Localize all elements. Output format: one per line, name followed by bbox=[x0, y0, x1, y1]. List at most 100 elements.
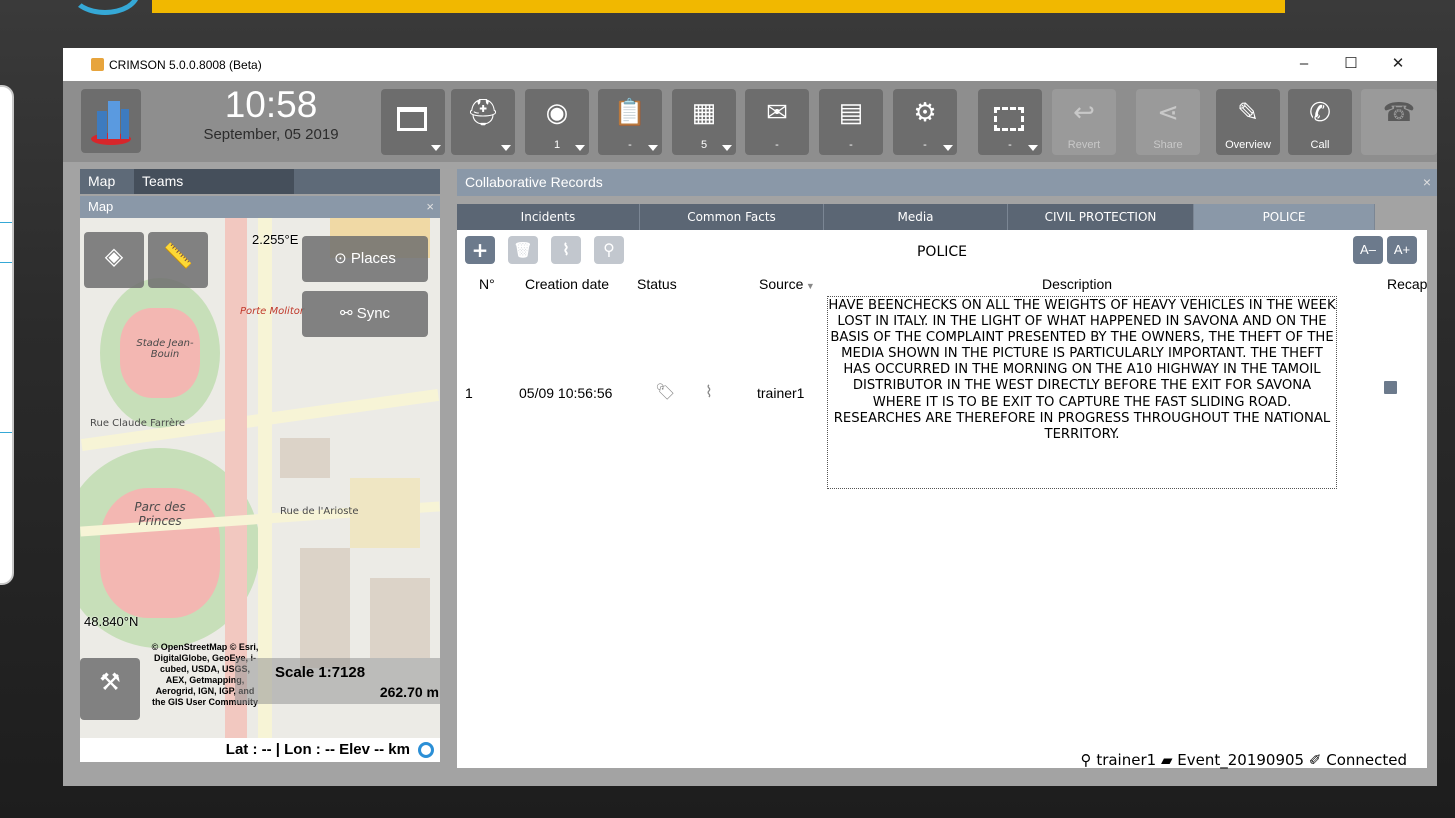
col-recap[interactable]: Recap bbox=[1387, 276, 1427, 292]
selection-button[interactable]: - bbox=[978, 89, 1042, 155]
location-pin-icon: ⚲ bbox=[603, 240, 615, 259]
title-bar: CRIMSON 5.0.0.8008 (Beta) – ☐ ✕ bbox=[63, 48, 1437, 81]
font-decrease-button[interactable]: A– bbox=[1353, 236, 1383, 264]
event-icon: ▰ bbox=[1160, 751, 1178, 769]
yellow-banner bbox=[152, 0, 1285, 13]
measure-button[interactable]: 📏 bbox=[148, 232, 208, 288]
maximize-button[interactable]: ☐ bbox=[1336, 53, 1366, 75]
col-source[interactable]: Source ▼ bbox=[759, 276, 815, 292]
revert-button[interactable]: ↩ Revert bbox=[1052, 89, 1116, 155]
close-icon[interactable]: × bbox=[426, 196, 434, 218]
units-button[interactable]: ⛑ bbox=[451, 89, 515, 155]
col-description[interactable]: Description bbox=[1042, 276, 1112, 292]
status-user: trainer1 bbox=[1096, 751, 1157, 769]
recap-checkbox[interactable] bbox=[1384, 381, 1397, 394]
id-card-button[interactable]: ▤ - bbox=[819, 89, 883, 155]
call-button[interactable]: ✆ Call bbox=[1288, 89, 1352, 155]
share-button[interactable]: ⋖ Share bbox=[1136, 89, 1200, 155]
add-record-button[interactable]: + bbox=[465, 236, 495, 264]
tab-incidents[interactable]: Incidents bbox=[457, 204, 640, 230]
map-label: Rue Claude Farrère bbox=[90, 418, 186, 429]
crimson-logo-icon[interactable] bbox=[81, 89, 141, 153]
sort-icon: ▼ bbox=[803, 281, 815, 291]
mail-button[interactable]: ✉ - bbox=[745, 89, 809, 155]
tab-map[interactable]: Map bbox=[80, 169, 124, 194]
tab-teams[interactable]: Teams bbox=[134, 169, 294, 194]
chevron-down-icon bbox=[575, 145, 585, 151]
locate-button[interactable]: ⚲ bbox=[594, 236, 624, 264]
clock-time: 10:58 bbox=[224, 84, 318, 125]
hangup-icon: ☎ bbox=[1382, 97, 1416, 127]
phone-icon: ✆ bbox=[1309, 97, 1331, 127]
id-card-icon: ▤ bbox=[838, 97, 864, 127]
close-button[interactable]: ✕ bbox=[1383, 53, 1413, 75]
tag-icon[interactable]: 🏷 bbox=[655, 382, 675, 402]
records-actions: POLICE + 🗑 ⌇ ⚲ A– A+ bbox=[457, 230, 1427, 276]
grid-button[interactable]: ▦ 5 bbox=[672, 89, 736, 155]
row-source: trainer1 bbox=[757, 385, 805, 401]
tools-icon: ⚒ bbox=[99, 668, 121, 696]
attach-button[interactable]: ⌇ bbox=[551, 236, 581, 264]
clock: 10:58 September, 05 2019 bbox=[171, 84, 371, 143]
tab-media[interactable]: Media bbox=[824, 204, 1008, 230]
clipboard-icon: 📋 bbox=[613, 97, 647, 127]
scale-box: Scale 1:7128 262.70 m bbox=[235, 658, 440, 704]
col-creation-date[interactable]: Creation date bbox=[525, 276, 609, 292]
paperclip-icon: ⌇ bbox=[562, 240, 570, 259]
longitude-label: 2.255°E bbox=[252, 232, 299, 247]
map-panel-header: Map × bbox=[80, 196, 440, 218]
lat-lon-text: Lat : -- | Lon : -- Elev -- km bbox=[225, 741, 410, 758]
places-label: Places bbox=[350, 250, 396, 267]
settings-button[interactable]: ⚙ - bbox=[893, 89, 957, 155]
map-label: Porte Molitor bbox=[240, 306, 304, 317]
chevron-down-icon bbox=[722, 145, 732, 151]
chevron-down-icon bbox=[1028, 145, 1038, 151]
map-label: Parc des Princes bbox=[134, 500, 186, 528]
share-icon: ⋖ bbox=[1157, 97, 1179, 127]
close-icon[interactable]: × bbox=[1423, 169, 1431, 196]
tab-civil-protection[interactable]: CIVIL PROTECTION bbox=[1008, 204, 1194, 230]
app-icon bbox=[91, 58, 104, 71]
overview-button[interactable]: ✎ Overview bbox=[1216, 89, 1280, 155]
chevron-down-icon bbox=[501, 145, 511, 151]
window-button[interactable] bbox=[381, 89, 445, 155]
map-view[interactable]: Stade Jean-Bouin Parc des Princes Porte … bbox=[80, 218, 440, 738]
plus-icon: + bbox=[471, 238, 489, 262]
records-header: Collaborative Records × bbox=[457, 169, 1437, 196]
map-button[interactable]: ◉ 1 bbox=[525, 89, 589, 155]
paperclip-icon[interactable]: ⌇ bbox=[705, 382, 713, 402]
hangup-button[interactable]: ☎ bbox=[1361, 89, 1437, 155]
reports-button[interactable]: 📋 - bbox=[598, 89, 662, 155]
status-bar: ⚲ trainer1 ▰ Event_20190905 ✐ Connected bbox=[63, 751, 1437, 786]
places-button[interactable]: ⊙ Places bbox=[302, 236, 428, 282]
window-title: CRIMSON 5.0.0.8008 (Beta) bbox=[109, 58, 262, 72]
distance-label: 262.70 m bbox=[379, 684, 439, 700]
scale-label: Scale 1:7128 bbox=[275, 664, 366, 681]
share-label: Share bbox=[1153, 139, 1183, 151]
gps-toggle-icon[interactable] bbox=[418, 742, 434, 758]
window-icon bbox=[397, 107, 427, 131]
chevron-down-icon bbox=[431, 145, 441, 151]
records-title: Collaborative Records bbox=[465, 174, 603, 190]
layers-button[interactable]: ◈ bbox=[84, 232, 144, 288]
col-number[interactable]: N° bbox=[479, 276, 495, 292]
map-panel-title: Map bbox=[88, 199, 114, 214]
records-tabs: Incidents Common Facts Media CIVIL PROTE… bbox=[457, 196, 1427, 230]
sync-button[interactable]: ⚯ Sync bbox=[302, 291, 428, 337]
chevron-down-icon bbox=[943, 145, 953, 151]
sync-label: Sync bbox=[356, 305, 391, 322]
tab-police[interactable]: POLICE bbox=[1194, 204, 1375, 230]
trash-icon: 🗑 bbox=[513, 241, 533, 259]
call-label: Call bbox=[1310, 139, 1330, 151]
mail-count: - bbox=[775, 139, 779, 151]
tools-button[interactable]: ⚒ bbox=[80, 658, 140, 720]
status-connection: Connected bbox=[1326, 751, 1407, 769]
tab-common-facts[interactable]: Common Facts bbox=[640, 204, 824, 230]
plug-icon: ✐ bbox=[1308, 751, 1327, 769]
row-description[interactable]: HAVE BEENCHECKS ON ALL THE WEIGHTS OF HE… bbox=[827, 296, 1337, 489]
minimize-button[interactable]: – bbox=[1289, 53, 1319, 75]
font-increase-button[interactable]: A+ bbox=[1387, 236, 1417, 264]
selection-icon bbox=[994, 107, 1024, 131]
delete-record-button[interactable]: 🗑 bbox=[508, 236, 538, 264]
col-status[interactable]: Status bbox=[637, 276, 677, 292]
